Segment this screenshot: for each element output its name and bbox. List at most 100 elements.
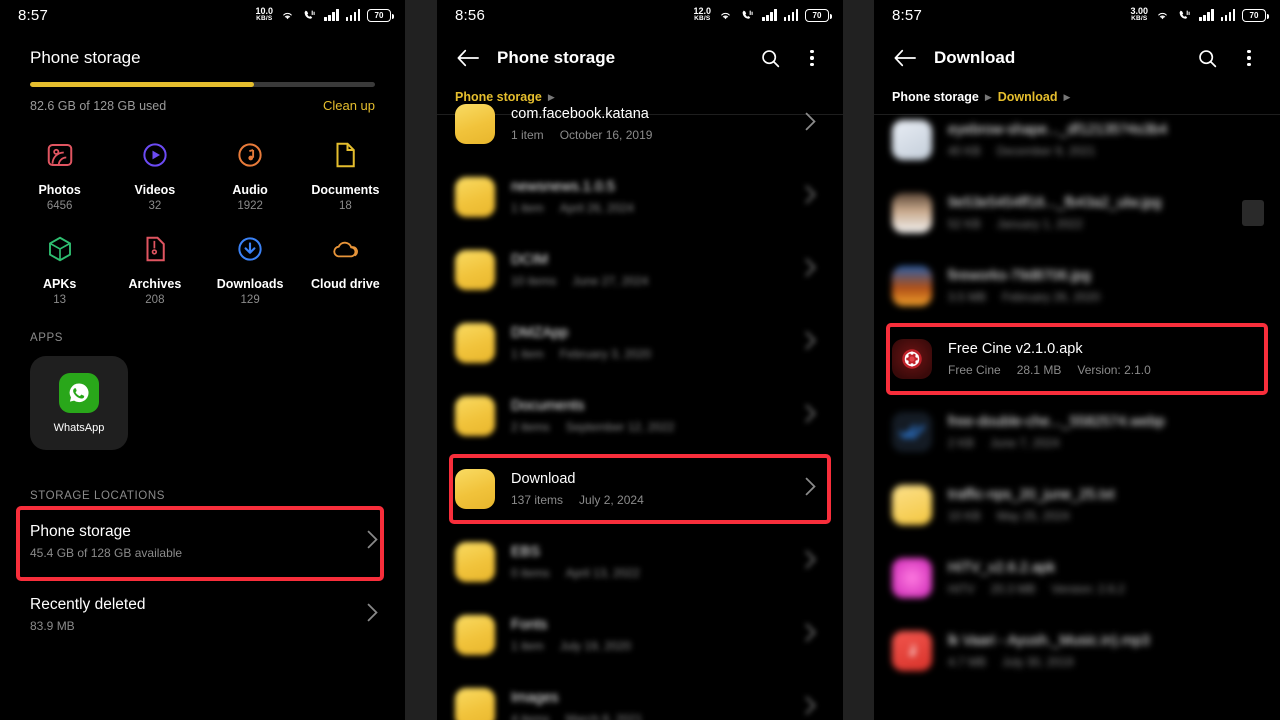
file-subtitle: 52 KB January 1, 2022	[948, 217, 1083, 231]
category-cloud-drive[interactable]: Cloud drive	[298, 229, 393, 306]
network-speed-indicator: 3.00 KB/S	[1130, 6, 1148, 23]
file-name: newsnews.1.0.5	[511, 179, 615, 195]
category-archives[interactable]: Archives 208	[107, 229, 202, 306]
audio-file-icon	[892, 630, 932, 671]
file-row[interactable]: lk Vaari - Ayush._Music.in).mp3 4.7 MB Jul…	[874, 614, 1280, 687]
category-documents[interactable]: Documents 18	[298, 135, 393, 212]
category-videos[interactable]: Videos 32	[107, 135, 202, 212]
category-grid: Photos 6456 Videos 32 Audio 1922 Documen…	[12, 135, 393, 306]
file-meta: DCIM 10 items June 27, 2024	[511, 251, 825, 288]
file-subtitle: 1 item April 26, 2024	[511, 201, 825, 215]
app-tile-whatsapp[interactable]: WhatsApp	[30, 356, 128, 450]
back-arrow-icon[interactable]	[892, 45, 918, 71]
chevron-right-icon	[804, 404, 817, 427]
file-name: 9e53e5454ff16..._fb43a2_ulw.jpg	[948, 195, 1162, 211]
file-subtitle: 1 item October 16, 2019	[511, 128, 825, 142]
category-label: Audio	[232, 183, 268, 197]
file-row[interactable]: Download 137 items July 2, 2024	[437, 452, 843, 525]
file-meta: newsnews.1.0.5 1 item April 26, 2024	[511, 178, 825, 215]
chevron-right-icon	[804, 550, 817, 573]
file-row[interactable]: EBS 0 items April 13, 2022	[437, 525, 843, 598]
category-label: Photos	[38, 183, 81, 197]
category-count: 6456	[46, 200, 73, 212]
breadcrumb-item-phone-storage[interactable]: Phone storage	[892, 90, 979, 104]
file-row[interactable]: HiTV_v2.6.2.apk HiTV 20.3 MB Version: 2.6.2	[874, 541, 1280, 614]
file-thumbnail	[892, 484, 932, 525]
location-subtitle: 45.4 GB of 128 GB available	[30, 546, 183, 560]
file-row[interactable]: 9e53e5454ff16..._fb43a2_ulw.jpg 52 KB Janu…	[874, 176, 1280, 249]
apks-icon	[40, 229, 80, 269]
status-bar: 8:57 10.0 KB/S 70	[0, 0, 405, 30]
file-item-count: 1 item	[511, 347, 544, 361]
file-subtitle: 10 KB May 25, 2024	[948, 509, 1070, 523]
file-subtitle: 137 items July 2, 2024	[511, 493, 825, 507]
more-options-icon[interactable]	[799, 45, 825, 71]
file-row[interactable]: Documents 2 items September 12, 2022	[437, 379, 843, 452]
category-audio[interactable]: Audio 1922	[203, 135, 298, 212]
folder-icon	[455, 176, 495, 217]
search-icon[interactable]	[757, 45, 783, 71]
file-date: September 12, 2022	[565, 420, 675, 434]
category-label: Cloud drive	[310, 277, 380, 291]
chevron-right-icon	[366, 603, 379, 626]
locations-section-header: STORAGE LOCATIONS	[30, 490, 166, 502]
file-row[interactable]: newsnews.1.0.5 1 item April 26, 2024	[437, 160, 843, 233]
file-subtitle: HiTV 20.3 MB Version: 2.6.2	[948, 582, 1125, 596]
category-apks[interactable]: APKs 13	[12, 229, 107, 306]
call-vowifi-icon	[742, 10, 753, 19]
file-name: lk Vaari - Ayush._Music.in).mp3	[948, 633, 1150, 649]
file-row[interactable]: fireworks-79d8706.jpg 3.5 MB February 26, …	[874, 249, 1280, 322]
file-meta: lk Vaari - Ayush._Music.in).mp3 4.7 MB Jul…	[948, 632, 1262, 669]
back-arrow-icon[interactable]	[455, 45, 481, 71]
toolbar: Download	[874, 30, 1280, 86]
file-row[interactable]: Fonts 1 item July 19, 2020	[437, 598, 843, 671]
network-speed-indicator: 12.0 KB/S	[693, 6, 711, 23]
file-subtitle: Free Cine 28.1 MB Version: 2.1.0	[948, 363, 1151, 377]
file-date: April 26, 2024	[559, 201, 634, 215]
file-row[interactable]: Free Cine v2.1.0.apk Free Cine 28.1 MB Vers…	[874, 322, 1280, 395]
status-time: 8:57	[892, 6, 922, 24]
breadcrumb-item-download[interactable]: Download	[998, 90, 1058, 104]
file-name: Fonts	[511, 617, 548, 633]
file-item-count: 1 item	[511, 639, 544, 653]
status-bar: 8:57 3.00 KB/S 70	[874, 0, 1280, 30]
location-phone-storage[interactable]: Phone storage 45.4 GB of 128 GB availabl…	[0, 512, 405, 571]
file-row[interactable]: com.facebook.katana 1 item October 16, 201…	[437, 87, 843, 160]
chevron-right-icon	[804, 623, 817, 646]
category-count: 13	[53, 294, 67, 306]
file-name: eyebrow-shape..._df12135?4s3b4	[948, 122, 1168, 138]
file-meta: HiTV_v2.6.2.apk HiTV 20.3 MB Version: 2.6.2	[948, 559, 1262, 596]
file-item-count: 4 items	[511, 712, 550, 720]
row-action-stub	[1242, 200, 1264, 226]
file-thumbnail	[892, 557, 932, 598]
file-row[interactable]: traffic-nps_20_june_25.txt 10 KB May 25, 2…	[874, 468, 1280, 541]
location-title: Recently deleted	[30, 596, 146, 613]
category-photos[interactable]: Photos 6456	[12, 135, 107, 212]
file-meta: 9e53e5454ff16..._fb43a2_ulw.jpg 52 KB Janu…	[948, 194, 1262, 231]
status-icons: 3.00 KB/S 70	[1130, 6, 1269, 23]
chevron-right-icon	[804, 696, 817, 719]
file-name: fireworks-79d8706.jpg	[948, 268, 1091, 284]
signal-sim2-icon	[1220, 9, 1235, 21]
toolbar-title: Phone storage	[497, 48, 616, 67]
file-row[interactable]: free-double-che..._5582574.webp 2 KB June …	[874, 395, 1280, 468]
app-name: WhatsApp	[53, 421, 105, 434]
wifi-icon	[1158, 12, 1167, 19]
file-row[interactable]: DCIM 10 items June 27, 2024	[437, 233, 843, 306]
signal-sim2-icon	[783, 9, 798, 21]
status-time: 8:56	[455, 6, 485, 24]
file-row[interactable]: Images 4 items March 8, 2021	[437, 671, 843, 720]
file-subtitle: 0 items April 13, 2022	[511, 566, 825, 580]
storage-progress-fill	[30, 82, 255, 87]
search-icon[interactable]	[1194, 45, 1220, 71]
file-meta: EBS 0 items April 13, 2022	[511, 543, 825, 580]
file-row[interactable]: eyebrow-shape..._df12135?4s3b4 40 KB Decem…	[874, 103, 1280, 176]
clean-up-button[interactable]: Clean up	[323, 98, 375, 113]
page-title: Phone storage	[30, 48, 141, 67]
location-recently-deleted[interactable]: Recently deleted 83.9 MB	[0, 585, 405, 644]
more-options-icon[interactable]	[1236, 45, 1262, 71]
file-row[interactable]: DMZApp 1 item February 3, 2020	[437, 306, 843, 379]
category-downloads[interactable]: Downloads 129	[203, 229, 298, 306]
file-name: Images	[511, 690, 559, 706]
file-date: March 8, 2021	[565, 712, 643, 720]
